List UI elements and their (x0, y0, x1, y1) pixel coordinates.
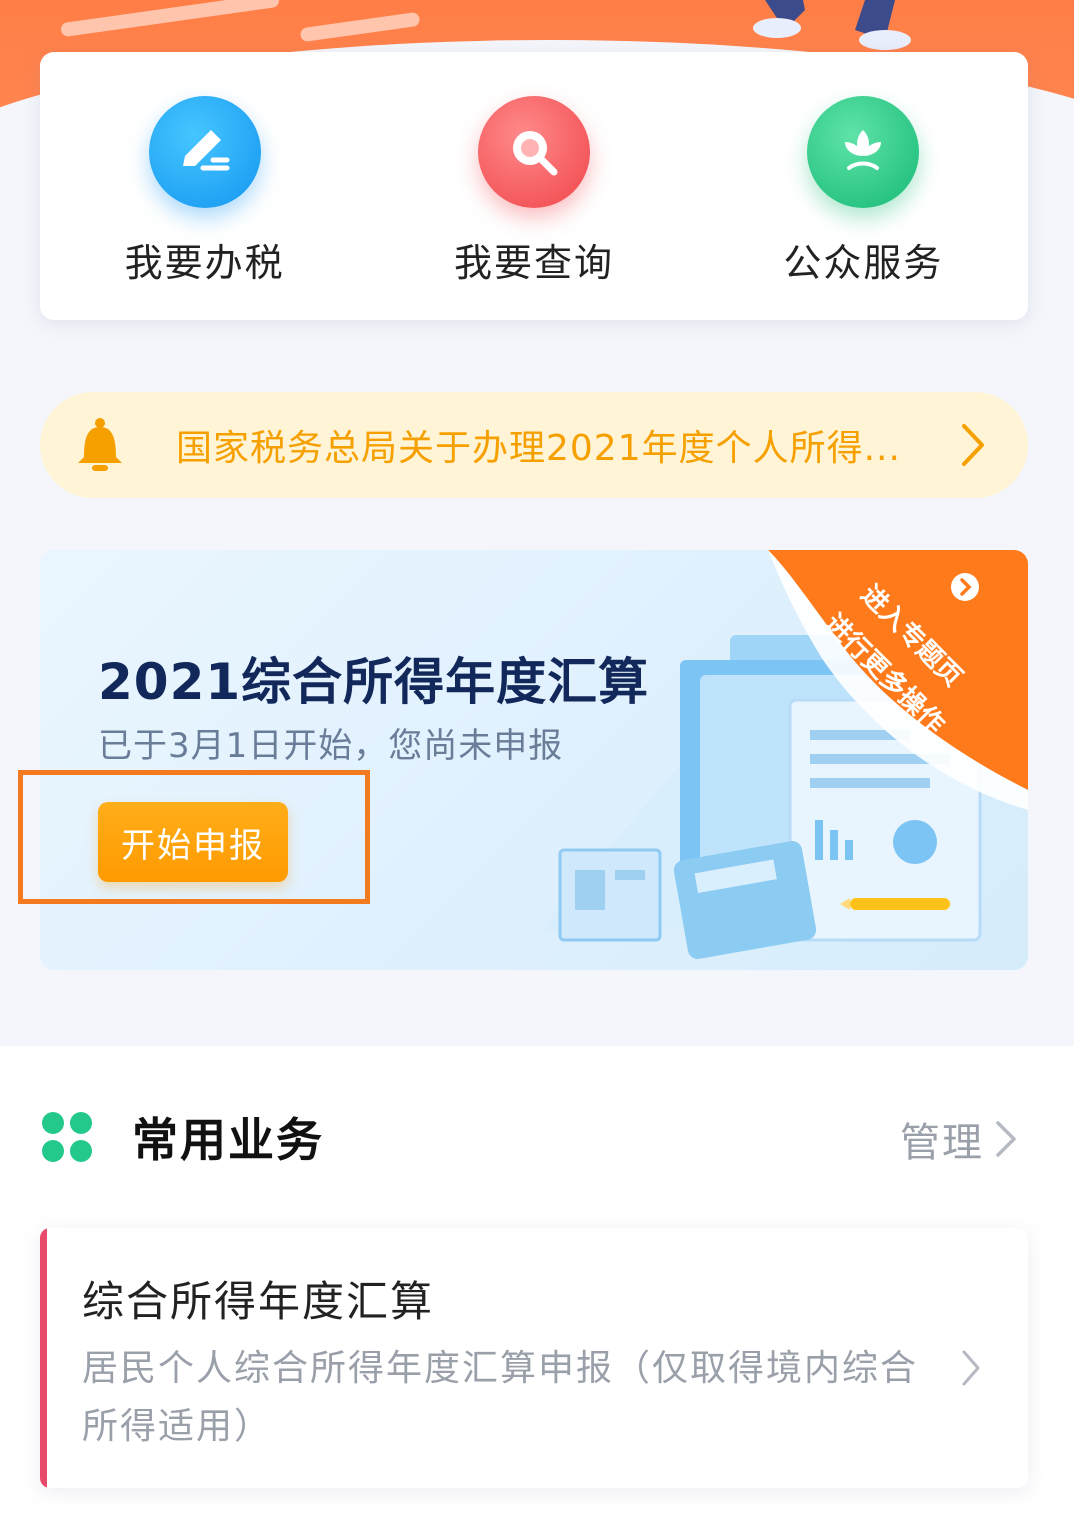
quick-action-query[interactable]: 我要查询 (369, 52, 698, 320)
service-description: 居民个人综合所得年度汇算申报（仅取得境内综合所得适用） (82, 1348, 919, 1447)
annual-settlement-banner: 2021综合所得年度汇算 已于3月1日开始，您尚未申报 开始申报 进入专题页 进… (40, 550, 1028, 970)
quick-action-public-service[interactable]: 公众服务 (699, 52, 1028, 320)
service-card[interactable]: 综合所得年度汇算 居民个人综合所得年度汇算申报（仅取得境内综合所得适用） (40, 1228, 1028, 1488)
banner-title: 2021综合所得年度汇算 (98, 653, 650, 711)
notice-bar[interactable]: 国家税务总局关于办理2021年度个人所得... (40, 392, 1028, 498)
card-accent-bar (40, 1228, 47, 1488)
runner-illustration (753, 0, 911, 50)
topic-page-corner-link[interactable]: 进入专题页 进行更多操作 (768, 550, 1028, 810)
chevron-right-icon (962, 424, 984, 466)
chevron-right-icon (962, 1350, 980, 1386)
service-title: 综合所得年度汇算 (82, 1277, 435, 1326)
hero-stripe (299, 11, 421, 43)
notice-text: 国家税务总局关于办理2021年度个人所得... (176, 428, 901, 469)
search-icon (477, 96, 590, 208)
grid-icon (42, 1112, 92, 1162)
quick-action-tax[interactable]: 我要办税 (40, 52, 369, 320)
flower-icon (807, 96, 920, 208)
arrow-circle-icon (951, 573, 979, 601)
quick-action-label: 公众服务 (783, 241, 944, 285)
quick-action-label: 我要查询 (453, 241, 614, 285)
edit-icon (148, 96, 261, 208)
manage-label: 管理 (900, 1120, 984, 1166)
hero-stripe (60, 0, 280, 38)
chevron-right-icon (996, 1121, 1016, 1157)
section-title: 常用业务 (132, 1113, 324, 1167)
bell-icon (78, 418, 122, 471)
quick-action-label: 我要办税 (124, 241, 285, 285)
quick-actions-card: 我要办税 我要查询 公众服务 (40, 52, 1028, 320)
common-services-section: 常用业务 管理 综合所得年度汇算 居民个人综合所得年度汇算申报（仅取得境内综合所… (0, 1046, 1074, 1528)
manage-link[interactable]: 管理 (900, 1110, 1024, 1168)
highlight-box (18, 770, 370, 904)
banner-subtitle: 已于3月1日开始，您尚未申报 (98, 726, 564, 766)
